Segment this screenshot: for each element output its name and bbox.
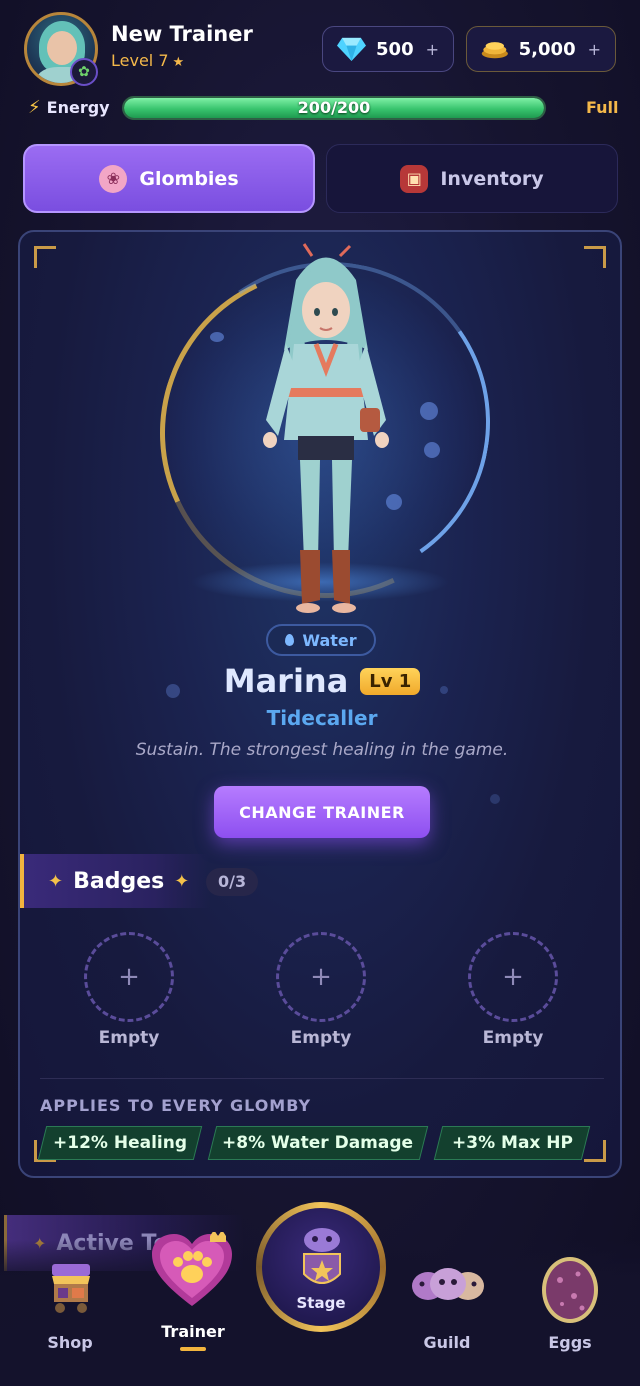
- divider: [40, 1078, 604, 1079]
- buff-text: +8% Water Damage: [222, 1133, 414, 1153]
- buff-text: +12% Healing: [52, 1133, 187, 1153]
- backpack-icon: ▣: [400, 164, 429, 193]
- badges-count: 0/3: [206, 868, 259, 896]
- sparkle-icon: ✦: [174, 870, 190, 892]
- stage-shield-icon: [303, 1228, 341, 1284]
- tab-inventory-label: Inventory: [440, 167, 544, 190]
- buff-pill: +12% Healing: [37, 1126, 203, 1160]
- marina-portrait: [263, 243, 389, 613]
- gold-counter[interactable]: 5,000 +: [466, 26, 616, 72]
- corner-ornament: [34, 246, 56, 268]
- nav-trainer-label[interactable]: Trainer: [143, 1322, 243, 1341]
- trainer-card: Water Marina Lv 1 Tidecaller Sustain. Th…: [18, 230, 622, 1178]
- badge-slot-label: Empty: [98, 1028, 160, 1048]
- corner-ornament: [584, 246, 606, 268]
- buff-pill: +8% Water Damage: [207, 1126, 429, 1160]
- water-drop-icon: [285, 634, 295, 646]
- badge-slot[interactable]: +: [276, 932, 366, 1022]
- gems-value: 500: [376, 38, 414, 60]
- trainer-level: Level 7 ★: [111, 51, 184, 70]
- element-label: Water: [302, 630, 357, 650]
- badge-slot-label: Empty: [482, 1028, 544, 1048]
- add-gems-icon[interactable]: +: [426, 40, 439, 59]
- paw-icon: ❀: [99, 164, 128, 193]
- tab-inventory[interactable]: ▣ Inventory: [326, 144, 618, 213]
- trainer-level-text: Level 7: [111, 51, 169, 70]
- shop-cart-icon[interactable]: [48, 1262, 94, 1314]
- settings-gear-icon[interactable]: ✿: [70, 58, 98, 86]
- bubble: [490, 794, 500, 804]
- guild-masks-icon[interactable]: [410, 1262, 486, 1308]
- character-class: Tidecaller: [266, 706, 378, 730]
- badge-slot[interactable]: +: [468, 932, 558, 1022]
- stage-button[interactable]: Stage: [256, 1202, 386, 1332]
- energy-value: 200/200: [297, 98, 371, 117]
- element-badge: Water: [266, 624, 376, 656]
- nav-guild-label[interactable]: Guild: [397, 1333, 497, 1352]
- sparkle-icon: ✦: [48, 870, 64, 892]
- nav-stage-label[interactable]: Stage: [262, 1294, 380, 1312]
- character-description: Sustain. The strongest healing in the ga…: [135, 740, 509, 760]
- egg-icon[interactable]: [540, 1252, 600, 1324]
- lightning-bolt-icon: ⚡: [28, 97, 41, 118]
- paw-heart-icon[interactable]: [150, 1232, 234, 1308]
- active-tab-indicator: [180, 1347, 206, 1351]
- buff-pill: +3% Max HP: [433, 1126, 591, 1160]
- bubble: [424, 442, 440, 458]
- add-badge-icon: +: [310, 962, 332, 992]
- gold-coins-icon: [481, 42, 508, 59]
- energy-status: Full: [586, 98, 619, 117]
- level-badge: Lv 1: [360, 667, 421, 695]
- add-gold-icon[interactable]: +: [588, 40, 601, 59]
- badge-slot[interactable]: +: [84, 932, 174, 1022]
- badge-slot-label: Empty: [290, 1028, 352, 1048]
- change-trainer-button[interactable]: CHANGE TRAINER: [214, 786, 430, 838]
- add-badge-icon: +: [502, 962, 524, 992]
- tab-glombies-label: Glombies: [139, 167, 239, 190]
- nav-eggs-label[interactable]: Eggs: [520, 1333, 620, 1352]
- energy-label-text: Energy: [46, 98, 110, 117]
- badges-header: ✦ Badges ✦: [20, 854, 210, 908]
- gem-icon: [337, 37, 367, 61]
- buff-text: +3% Max HP: [451, 1133, 573, 1153]
- gems-counter[interactable]: 500 +: [322, 26, 454, 72]
- character-name-row: Marina Lv 1: [20, 662, 620, 700]
- level-star-icon: ★: [172, 55, 185, 70]
- corner-ornament: [584, 1140, 606, 1162]
- tab-glombies[interactable]: ❀ Glombies: [23, 144, 315, 213]
- character-name: Marina: [223, 662, 349, 700]
- add-badge-icon: +: [118, 962, 140, 992]
- energy-label: ⚡ Energy: [28, 97, 110, 118]
- trainer-name: New Trainer: [111, 22, 253, 46]
- gold-value: 5,000: [518, 38, 576, 60]
- bubble: [420, 402, 438, 420]
- nav-shop-label[interactable]: Shop: [20, 1333, 120, 1352]
- badges-title: Badges: [73, 868, 165, 894]
- bubble: [210, 332, 224, 342]
- applies-title: APPLIES TO EVERY GLOMBY: [40, 1096, 312, 1115]
